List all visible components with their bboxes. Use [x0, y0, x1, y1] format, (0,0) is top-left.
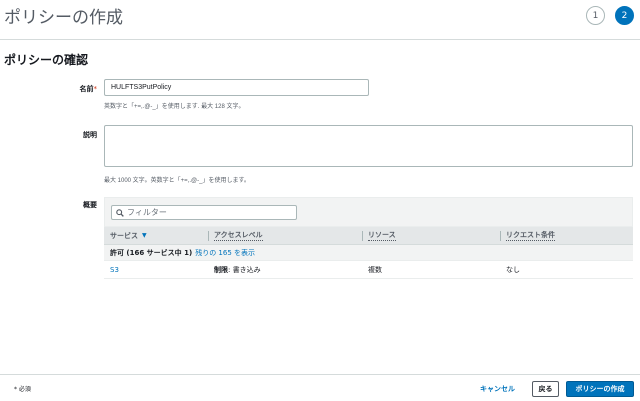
step-2-indicator: 2 — [615, 6, 634, 25]
step-1-indicator[interactable]: 1 — [586, 6, 605, 25]
description-textarea[interactable] — [104, 125, 633, 167]
summary-table: フィルター サービス ▼ アクセスレベル リソース リクエスト条件 許可 (16… — [104, 197, 633, 279]
page-title: ポリシーの作成 — [4, 8, 123, 28]
column-resource[interactable]: リソース — [362, 227, 500, 245]
show-remaining-link[interactable]: 残りの 165 を表示 — [195, 248, 255, 258]
back-button[interactable]: 戻る — [532, 381, 559, 397]
column-service[interactable]: サービス ▼ — [104, 227, 208, 245]
group-title: 許可 (166 サービス中 1) — [110, 248, 193, 257]
name-hint: 英数字と「+=,.@-_」を使用します. 最大 128 文字。 — [104, 104, 245, 110]
wizard-steps: 1 2 — [586, 6, 634, 25]
description-hint: 最大 1000 文字。英数字と「+=,.@-_」を使用します。 — [104, 178, 250, 184]
description-label: 説明 — [83, 131, 97, 139]
section-title: ポリシーの確認 — [4, 53, 89, 67]
sort-down-icon: ▼ — [142, 232, 147, 239]
access-level-cell: 制限: 書き込み — [214, 265, 261, 274]
create-policy-button[interactable]: ポリシーの作成 — [566, 381, 634, 397]
condition-cell: なし — [506, 265, 520, 274]
column-request-condition[interactable]: リクエスト条件 — [500, 227, 633, 245]
table-row: S3 制限: 書き込み 複数 なし — [104, 261, 633, 279]
allow-group-row: 許可 (166 サービス中 1) 残りの 165 を表示 — [104, 245, 633, 261]
name-label: 名前* — [79, 85, 98, 93]
resource-cell: 複数 — [368, 265, 382, 274]
policy-name-input[interactable]: HULFTS3PutPolicy — [104, 79, 369, 96]
service-link-s3[interactable]: S3 — [104, 266, 208, 274]
required-note: * 必須 — [14, 386, 31, 393]
summary-label: 概要 — [83, 201, 97, 209]
table-header: サービス ▼ アクセスレベル リソース リクエスト条件 — [104, 227, 633, 245]
search-icon — [116, 208, 124, 217]
column-access-level[interactable]: アクセスレベル — [208, 227, 362, 245]
footer-bar: * 必須 キャンセル 戻る ポリシーの作成 — [0, 374, 640, 401]
filter-placeholder: フィルター — [127, 208, 167, 217]
required-mark: * — [93, 85, 98, 93]
filter-bar: フィルター — [104, 197, 633, 227]
filter-input[interactable]: フィルター — [111, 205, 297, 220]
header-divider — [0, 39, 640, 40]
cancel-button[interactable]: キャンセル — [480, 384, 515, 394]
